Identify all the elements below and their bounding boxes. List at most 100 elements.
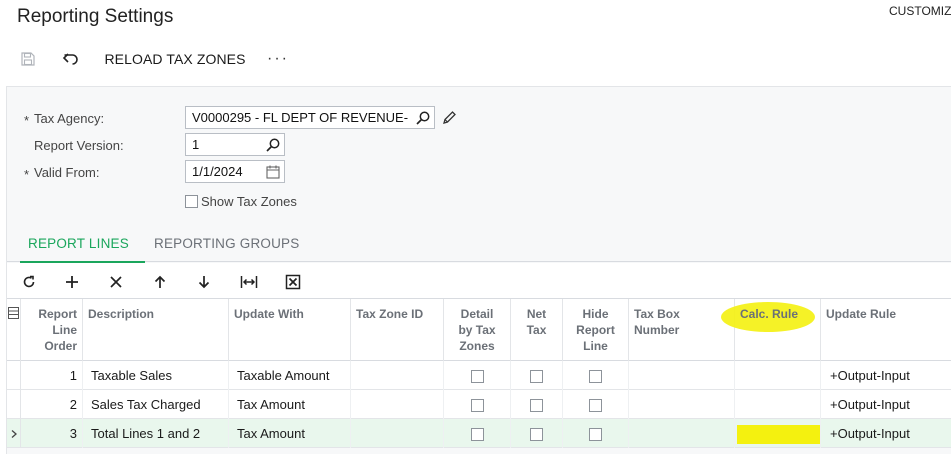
header-line: Zones [459,339,495,353]
report-version-field[interactable]: 1 [185,133,285,156]
checkbox[interactable] [185,195,198,208]
header-line: Hide [582,307,609,321]
customize-link[interactable]: CUSTOMIZ [889,4,951,18]
cell-update-rule[interactable]: +Output-Input [821,361,951,390]
search-icon[interactable] [415,110,431,126]
cell-tax-box-number[interactable] [629,390,735,419]
save-button[interactable] [14,44,42,74]
header-line: Detail [460,307,494,321]
cell-detail-by-tax-zones[interactable] [444,419,511,448]
checkbox[interactable] [530,370,543,384]
tab-bar: REPORT LINES REPORTING GROUPS [7,232,951,263]
cell-net-tax[interactable] [511,361,563,390]
valid-from-value: 1/1/2024 [192,164,243,179]
move-down-button[interactable] [193,271,215,293]
refresh-button[interactable] [18,271,40,293]
show-tax-zones-checkbox[interactable]: Show Tax Zones [185,194,297,209]
col-update-with[interactable]: Update With [229,299,351,361]
header-line: Order [44,339,77,353]
cell-update-with[interactable]: Tax Amount [229,390,351,419]
move-up-button[interactable] [149,271,171,293]
report-version-value: 1 [192,137,200,152]
tax-agency-field[interactable]: V0000295 - FL DEPT OF REVENUE- [185,106,435,129]
cell-tax-box-number[interactable] [629,361,735,390]
cell-calc-rule[interactable] [735,361,821,390]
undo-button[interactable] [57,44,85,74]
col-hide-report-line[interactable]: Hide Report Line [563,299,629,361]
cell-hide-report-line[interactable] [563,419,629,448]
header-line: Line [583,339,608,353]
add-row-button[interactable] [61,271,83,293]
row-selector[interactable] [7,361,21,390]
col-detail-by-tax-zones[interactable]: Detail by Tax Zones [444,299,511,361]
checkbox[interactable] [589,370,602,384]
cell-net-tax[interactable] [511,390,563,419]
row-selector[interactable] [7,390,21,419]
save-icon [21,52,35,66]
grid-settings-icon [8,307,19,319]
table-row[interactable]: 2 Sales Tax Charged Tax Amount +Output-I… [7,390,951,419]
grid-header: Report Line Order Description Update Wit… [7,299,951,361]
cell-tax-zone-id[interactable] [351,390,444,419]
calendar-icon[interactable] [265,164,281,180]
edit-pencil-icon[interactable] [441,110,457,126]
checkbox[interactable] [589,399,602,413]
tab-report-lines[interactable]: REPORT LINES [20,236,145,263]
cell-description[interactable]: Total Lines 1 and 2 [83,419,229,448]
cell-order[interactable]: 2 [21,390,83,419]
col-description[interactable]: Description [83,299,229,361]
more-actions-button[interactable]: ··· [262,44,294,74]
checkbox[interactable] [530,428,543,442]
table-row[interactable]: 3 Total Lines 1 and 2 Tax Amount +Output… [7,419,951,448]
checkbox[interactable] [470,399,484,413]
col-report-line-order[interactable]: Report Line Order [21,299,83,361]
header-line: Number [634,323,680,337]
header-line: Line [52,323,77,337]
cell-detail-by-tax-zones[interactable] [444,390,511,419]
main-toolbar: RELOAD TAX ZONES ··· [0,44,951,74]
cell-calc-rule[interactable] [735,390,821,419]
tab-reporting-groups[interactable]: REPORTING GROUPS [146,236,307,262]
valid-from-field[interactable]: 1/1/2024 [185,160,285,183]
col-tax-box-number[interactable]: Tax Box Number [629,299,735,361]
cell-net-tax[interactable] [511,419,563,448]
valid-from-label: Valid From: [34,165,100,180]
column-chooser-button[interactable] [7,299,21,361]
reload-tax-zones-button[interactable]: RELOAD TAX ZONES [100,44,250,74]
row-selector[interactable] [7,419,21,448]
cell-hide-report-line[interactable] [563,390,629,419]
header-line: Report [576,323,615,337]
col-calc-rule[interactable]: Calc. Rule [735,299,821,361]
cell-description[interactable]: Taxable Sales [83,361,229,390]
header-line: Tax Box [634,307,680,321]
fit-columns-button[interactable] [238,271,260,293]
cell-order[interactable]: 3 [21,419,83,448]
delete-row-button[interactable] [105,271,127,293]
col-net-tax[interactable]: Net Tax [511,299,563,361]
cell-calc-rule[interactable] [735,419,821,448]
checkbox[interactable] [589,428,602,442]
cell-update-rule[interactable]: +Output-Input [821,419,951,448]
cell-detail-by-tax-zones[interactable] [444,361,511,390]
cell-tax-box-number[interactable] [629,419,735,448]
report-lines-grid: Report Line Order Description Update Wit… [7,298,951,448]
cell-update-rule[interactable]: +Output-Input [821,390,951,419]
checkbox[interactable] [470,370,484,384]
col-update-rule[interactable]: Update Rule [821,299,951,361]
checkbox[interactable] [470,428,484,442]
fit-width-icon [240,276,258,288]
export-excel-button[interactable] [282,271,304,293]
cell-tax-zone-id[interactable] [351,361,444,390]
tax-agency-value: V0000295 - FL DEPT OF REVENUE- [192,110,409,125]
search-icon[interactable] [265,137,281,153]
cell-update-with[interactable]: Taxable Amount [229,361,351,390]
cell-hide-report-line[interactable] [563,361,629,390]
cell-tax-zone-id[interactable] [351,419,444,448]
checkbox[interactable] [530,399,543,413]
cell-update-with[interactable]: Tax Amount [229,419,351,448]
col-tax-zone-id[interactable]: Tax Zone ID [351,299,444,361]
cell-description[interactable]: Sales Tax Charged [83,390,229,419]
cell-order[interactable]: 1 [21,361,83,390]
header-line: Net [526,307,547,321]
table-row[interactable]: 1 Taxable Sales Taxable Amount +Output-I… [7,361,951,390]
